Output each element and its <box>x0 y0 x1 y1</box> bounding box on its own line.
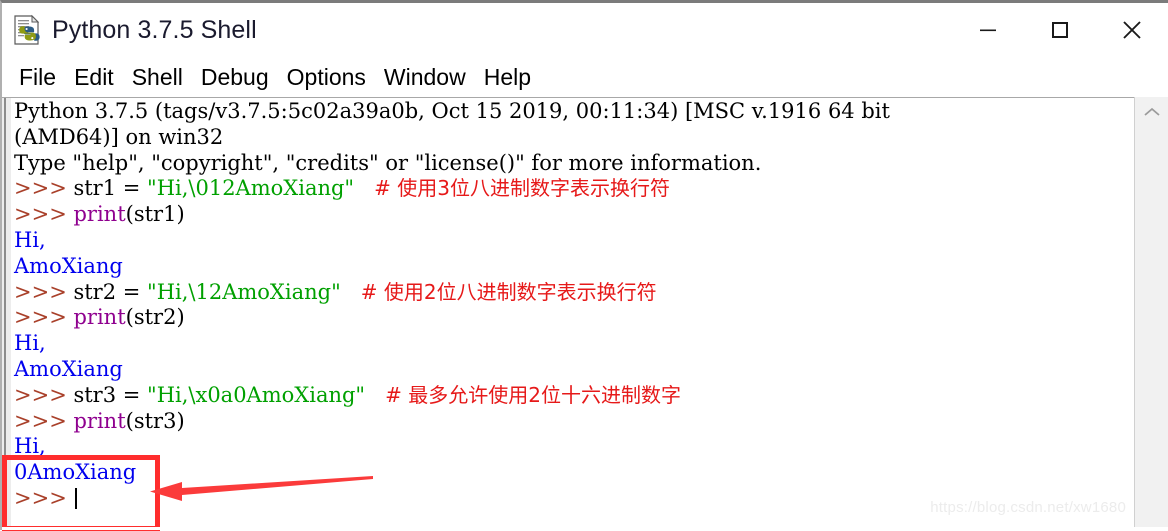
shell-token-plain: Python 3.7.5 (tags/v3.7.5:5c02a39a0b, Oc… <box>14 99 890 123</box>
shell-token-prompt: >>> <box>14 408 74 433</box>
shell-token-output: AmoXiang <box>14 356 123 381</box>
shell-token-plain: (str3) <box>125 408 185 433</box>
shell-token-prompt: >>> <box>14 176 74 201</box>
menu-item-shell[interactable]: Shell <box>123 63 192 91</box>
shell-token-comment: # 使用2位八进制数字表示换行符 <box>360 279 657 304</box>
shell-token-prompt: >>> <box>14 202 74 227</box>
shell-token-prompt: >>> <box>14 485 74 510</box>
shell-line: Hi, <box>14 331 1168 357</box>
shell-line: 0AmoXiang <box>14 460 1168 486</box>
shell-token-output: AmoXiang <box>14 253 123 278</box>
shell-token-plain: str3 = <box>73 382 148 407</box>
shell-token-plain: str2 = <box>73 279 148 304</box>
shell-token-output: 0AmoXiang <box>14 460 137 485</box>
minimize-button[interactable] <box>952 3 1024 57</box>
minimize-icon <box>980 29 996 32</box>
python-file-icon <box>12 14 42 46</box>
title-bar-left: Python 3.7.5 Shell <box>2 14 952 46</box>
shell-token-plain: Type "help", "copyright", "credits" or "… <box>14 150 762 175</box>
text-cursor <box>75 487 78 509</box>
shell-line: AmoXiang <box>14 357 1168 383</box>
scroll-up-button[interactable] <box>1135 97 1168 127</box>
shell-token-comment: # 最多允许使用2位十六进制数字 <box>385 382 681 407</box>
shell-line: AmoXiang <box>14 254 1168 280</box>
shell-text[interactable]: Python 3.7.5 (tags/v3.7.5:5c02a39a0b, Oc… <box>12 98 1168 530</box>
shell-line: >>> str2 = "Hi,\12AmoXiang" # 使用2位八进制数字表… <box>14 280 1168 306</box>
menu-item-debug[interactable]: Debug <box>192 63 278 91</box>
shell-line: Type "help", "copyright", "credits" or "… <box>14 151 1168 177</box>
shell-token-builtin: print <box>73 408 126 433</box>
maximize-icon <box>1052 22 1068 38</box>
window-title: Python 3.7.5 Shell <box>52 15 257 44</box>
shell-token-prompt: >>> <box>14 305 74 330</box>
shell-token-comment: # 使用3位八进制数字表示换行符 <box>374 176 670 201</box>
python-shell-window: Python 3.7.5 Shell File Edit Shell Debug… <box>0 0 1168 531</box>
watermark-text: https://blog.csdn.net/xw1680 <box>930 499 1126 516</box>
window-controls <box>952 3 1168 57</box>
shell-token-plain <box>354 176 374 200</box>
menu-item-window[interactable]: Window <box>375 63 475 91</box>
shell-token-string: "Hi,\012AmoXiang" <box>147 176 355 201</box>
menu-item-edit[interactable]: Edit <box>65 63 123 91</box>
shell-token-builtin: print <box>73 202 126 227</box>
shell-line: Python 3.7.5 (tags/v3.7.5:5c02a39a0b, Oc… <box>14 99 1168 125</box>
menu-item-file[interactable]: File <box>10 63 65 91</box>
title-bar: Python 3.7.5 Shell <box>2 3 1168 57</box>
shell-token-output: Hi, <box>14 227 46 252</box>
shell-line: >>> str1 = "Hi,\012AmoXiang" # 使用3位八进制数字… <box>14 176 1168 202</box>
shell-token-plain: (str1) <box>125 202 185 227</box>
shell-line: Hi, <box>14 228 1168 254</box>
shell-token-plain: (AMD64)] on win32 <box>14 124 224 149</box>
shell-token-string: "Hi,\x0a0AmoXiang" <box>147 382 366 407</box>
chevron-up-icon <box>1144 107 1160 116</box>
vertical-scrollbar[interactable] <box>1134 97 1168 530</box>
shell-token-builtin: print <box>73 305 126 330</box>
shell-line: >>> str3 = "Hi,\x0a0AmoXiang" # 最多允许使用2位… <box>14 383 1168 409</box>
menu-item-options[interactable]: Options <box>278 63 375 91</box>
shell-token-output: Hi, <box>14 331 46 356</box>
shell-line: Hi, <box>14 434 1168 460</box>
shell-token-plain <box>341 280 361 304</box>
shell-token-prompt: >>> <box>14 382 74 407</box>
shell-token-plain <box>365 383 385 407</box>
shell-output-area[interactable]: Python 3.7.5 (tags/v3.7.5:5c02a39a0b, Oc… <box>2 97 1168 530</box>
shell-line: >>> print(str2) <box>14 305 1168 331</box>
close-icon <box>1123 21 1141 39</box>
shell-token-plain: str1 = <box>73 176 148 201</box>
close-button[interactable] <box>1096 3 1168 57</box>
shell-token-output: Hi, <box>14 434 46 459</box>
maximize-button[interactable] <box>1024 3 1096 57</box>
menu-bar: File Edit Shell Debug Options Window Hel… <box>2 57 1168 97</box>
shell-line: >>> print(str1) <box>14 202 1168 228</box>
shell-token-plain: (str2) <box>125 305 185 330</box>
shell-token-string: "Hi,\12AmoXiang" <box>147 279 341 304</box>
menu-item-help[interactable]: Help <box>475 63 540 91</box>
shell-line: (AMD64)] on win32 <box>14 125 1168 151</box>
shell-line: >>> print(str3) <box>14 409 1168 435</box>
shell-token-prompt: >>> <box>14 279 74 304</box>
shell-left-margin <box>2 98 12 530</box>
